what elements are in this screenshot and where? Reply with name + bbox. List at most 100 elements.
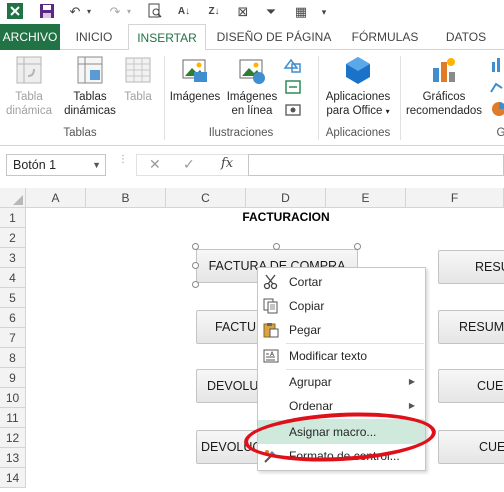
menu-item-edit-text[interactable]: A Modificar texto — [258, 344, 425, 368]
selection-handle[interactable] — [192, 281, 199, 288]
smartart-icon[interactable] — [283, 78, 305, 96]
filter-icon[interactable]: ⏷ — [262, 3, 280, 21]
tab-home[interactable]: INICIO — [64, 24, 124, 50]
row-header[interactable]: 4 — [0, 268, 26, 288]
office-apps-label-1: Aplicaciones — [325, 91, 391, 103]
insert-function-icon[interactable]: fx — [221, 156, 233, 171]
formula-input[interactable] — [248, 154, 504, 176]
clear-filter-icon[interactable]: ⊠ — [234, 3, 252, 21]
name-box-value: Botón 1 — [13, 158, 57, 172]
column-header-a[interactable]: A — [26, 188, 86, 208]
row-header[interactable]: 10 — [0, 388, 26, 408]
row-header[interactable]: 12 — [0, 428, 26, 448]
recommended-pivot-button[interactable]: Tablas dinámicas — [62, 54, 118, 118]
images-button[interactable]: Imágenes — [168, 54, 222, 104]
undo-icon[interactable]: ↶ — [66, 3, 84, 21]
tables-group-label: Tablas — [63, 127, 97, 139]
row-header[interactable]: 7 — [0, 328, 26, 348]
recommended-pivot-label-1: Tablas — [73, 91, 107, 103]
images-label: Imágenes — [169, 91, 221, 103]
row-header[interactable]: 1 — [0, 208, 26, 228]
row-header[interactable]: 5 — [0, 288, 26, 308]
scissors-icon — [263, 274, 279, 290]
column-chart-icon[interactable] — [490, 56, 504, 74]
row-header[interactable]: 8 — [0, 348, 26, 368]
excel-logo-icon — [6, 3, 24, 21]
tab-insert[interactable]: INSERTAR — [128, 24, 206, 51]
chevron-down-icon[interactable]: ▼ — [92, 155, 101, 175]
sort-descending-icon[interactable]: Z↓ — [204, 3, 224, 21]
cue-button[interactable]: CUE — [438, 430, 504, 464]
edit-text-icon: A — [263, 348, 279, 364]
selection-handle[interactable] — [273, 243, 280, 250]
pivot-table-icon — [14, 54, 44, 86]
menu-item-paste[interactable]: Pegar — [258, 318, 425, 342]
submenu-arrow-icon: ▶ — [408, 401, 415, 410]
row-header[interactable]: 6 — [0, 308, 26, 328]
line-chart-icon[interactable] — [490, 78, 504, 96]
charts-group-label: G — [496, 127, 504, 139]
selection-handle[interactable] — [192, 262, 199, 269]
column-header-d[interactable]: D — [246, 188, 326, 208]
cancel-icon[interactable]: ✕ — [149, 156, 161, 173]
online-images-label-2: en línea — [231, 105, 273, 117]
recommended-charts-button[interactable]: Gráficos recomendados — [402, 54, 486, 118]
selection-handle[interactable] — [192, 243, 199, 250]
resum-button[interactable]: RESUM — [438, 310, 504, 344]
online-images-button[interactable]: Imágenes en línea — [224, 54, 280, 118]
shapes-icon[interactable] — [283, 56, 305, 74]
table-label: Tabla — [124, 91, 152, 103]
pivot-table-label-2: dinámica — [5, 105, 53, 117]
tab-data[interactable]: DATOS — [434, 24, 498, 50]
select-all-corner[interactable] — [0, 188, 26, 208]
formula-bar: Botón 1 ▼ ⋮ ✕ ✓ fx — [0, 146, 504, 186]
row-header[interactable]: 3 — [0, 248, 26, 268]
ribbon-insert: Tabla dinámica Tablas dinámicas Tabla Ta… — [0, 50, 504, 146]
row-header[interactable]: 9 — [0, 368, 26, 388]
cuen-button[interactable]: CUEN — [438, 369, 504, 403]
submenu-arrow-icon: ▶ — [408, 377, 415, 386]
menu-item-label: Agrupar — [289, 375, 332, 389]
menu-item-copy[interactable]: Copiar — [258, 294, 425, 318]
menu-item-cut[interactable]: Cortar — [258, 270, 425, 294]
tab-page-layout[interactable]: DISEÑO DE PÁGINA — [212, 24, 336, 50]
office-apps-button[interactable]: Aplicaciones para Office ▾ — [320, 54, 396, 119]
menu-item-label: Copiar — [289, 299, 325, 313]
formula-buttons: ✕ ✓ fx — [136, 154, 248, 176]
row-header[interactable]: 13 — [0, 448, 26, 468]
calculator-icon[interactable]: ▦ — [292, 3, 310, 21]
illustrations-group-label: Ilustraciones — [208, 127, 274, 139]
column-header-b[interactable]: B — [86, 188, 166, 208]
pivot-table-button[interactable]: Tabla dinámica — [4, 54, 54, 118]
column-header-f[interactable]: F — [406, 188, 504, 208]
customize-toolbar-icon[interactable]: ▾ — [318, 3, 330, 21]
tab-formulas[interactable]: FÓRMULAS — [342, 24, 428, 50]
formula-bar-dots: ⋮ — [118, 154, 128, 165]
enter-icon[interactable]: ✓ — [183, 156, 195, 173]
column-header-e[interactable]: E — [326, 188, 406, 208]
name-box[interactable]: Botón 1 ▼ — [6, 154, 106, 176]
resu-button[interactable]: RESU — [438, 250, 504, 284]
column-header-c[interactable]: C — [166, 188, 246, 208]
undo-dropdown-icon[interactable]: ▾ — [84, 3, 94, 21]
save-icon[interactable] — [38, 3, 56, 21]
tab-file[interactable]: ARCHIVO — [0, 24, 60, 50]
row-header[interactable]: 2 — [0, 228, 26, 248]
sort-ascending-icon[interactable]: A↓ — [174, 3, 194, 21]
print-preview-icon[interactable] — [146, 3, 164, 21]
pie-chart-icon[interactable] — [490, 100, 504, 118]
recommended-charts-icon — [429, 54, 459, 86]
sheet-title: FACTURACION — [242, 210, 330, 224]
menu-item-label: Modificar texto — [289, 349, 368, 363]
redo-icon[interactable]: ↷ — [106, 3, 124, 21]
menu-item-label: Pegar — [289, 323, 322, 337]
row-header[interactable]: 14 — [0, 468, 26, 488]
row-header[interactable]: 11 — [0, 408, 26, 428]
menu-item-group[interactable]: Agrupar ▶ — [258, 370, 425, 394]
selection-handle[interactable] — [354, 243, 361, 250]
redo-dropdown-icon[interactable]: ▾ — [124, 3, 134, 21]
ribbon-tabs: ARCHIVO INICIO INSERTAR DISEÑO DE PÁGINA… — [0, 24, 504, 51]
table-button[interactable]: Tabla — [118, 54, 158, 104]
screenshot-icon[interactable] — [283, 100, 305, 118]
menu-item-label: Cortar — [289, 275, 323, 289]
